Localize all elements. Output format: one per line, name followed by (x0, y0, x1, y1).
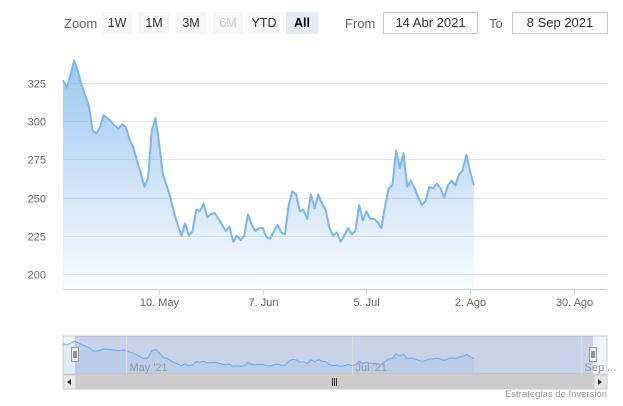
navigator-tick-label: May '21 (130, 362, 168, 374)
y-tick-label: 250 (28, 194, 46, 206)
scroll-left-button[interactable] (62, 374, 77, 390)
navigator-tick-label: Jul '21 (356, 362, 387, 374)
navigator[interactable]: May '21 Jul '21 Sep ... (62, 335, 617, 375)
y-tick-label: 300 (28, 117, 46, 129)
x-tick-label: 10. May (140, 297, 180, 309)
credits-text: Estrategias de Inversión (505, 389, 607, 400)
navigator-tick-label: Sep ... (585, 362, 617, 374)
x-axis: 10. May 7. Jun 5. Jul 2. Ago 30. Ago (140, 289, 593, 309)
y-tick-label: 325 (28, 79, 46, 91)
x-tick-label: 2. Ago (455, 297, 486, 309)
y-tick-label: 200 (28, 270, 46, 282)
navigator-left-handle[interactable] (71, 347, 79, 362)
x-tick-label: 5. Jul (353, 297, 379, 309)
y-axis: 200 225 250 275 300 325 (28, 79, 46, 282)
scrollbar[interactable] (62, 374, 608, 390)
navigator-right-handle[interactable] (589, 347, 597, 362)
x-tick-label: 30. Ago (556, 297, 593, 309)
series-area (63, 60, 474, 289)
scroll-right-button[interactable] (593, 374, 608, 390)
y-tick-label: 275 (28, 155, 46, 167)
y-tick-label: 225 (28, 232, 46, 244)
stock-area-chart: 200 225 250 275 300 325 10. May 7. Jun 5. Jul 2.… (28, 59, 617, 390)
x-tick-label: 7. Jun (249, 297, 279, 309)
